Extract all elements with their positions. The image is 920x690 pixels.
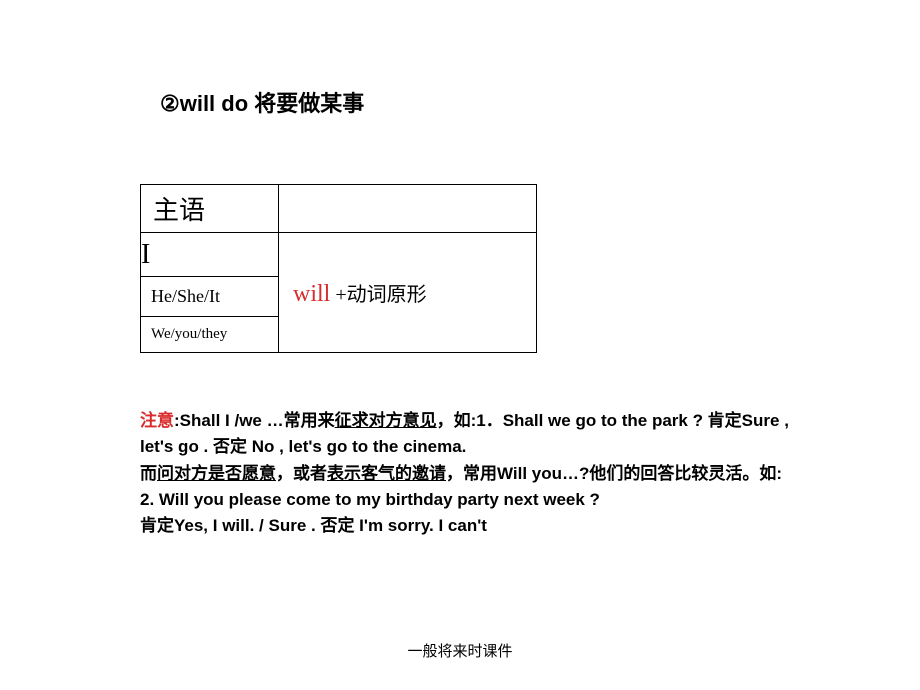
slide: ②will do 将要做某事 主语 I will +动词原形 He/She/It… xyxy=(0,0,920,690)
formula-rest: +动词原形 xyxy=(330,284,426,306)
note-label: 注意 xyxy=(140,411,174,430)
note-p4: 肯定Yes, I will. / Sure . 否定 I'm sorry. I … xyxy=(140,516,487,535)
note-p2b: 问对方是否愿意 xyxy=(157,464,276,483)
subject-hesheit-cell: He/She/It xyxy=(141,277,279,317)
note-p2c: ，或者 xyxy=(276,464,327,483)
note-p2e: ，常用Will you…?他们的回答比较灵活。如: xyxy=(446,464,782,483)
note-p2d: 表示客气的邀请 xyxy=(327,464,446,483)
formula-header-cell xyxy=(279,185,537,233)
subject-header-cell: 主语 xyxy=(141,185,279,233)
note-p1b: 征求对方意见 xyxy=(335,411,437,430)
note-p2a: 而 xyxy=(140,464,157,483)
section-heading: ②will do 将要做某事 xyxy=(160,86,364,118)
note-block: 注意:Shall I /we …常用来征求对方意见，如:1．Shall we g… xyxy=(140,408,800,540)
formula-cell: will +动词原形 xyxy=(279,233,537,353)
slide-footer: 一般将来时课件 xyxy=(0,640,920,661)
grammar-table: 主语 I will +动词原形 He/She/It We/you/they xyxy=(140,184,537,353)
subject-weyouthey-cell: We/you/they xyxy=(141,317,279,353)
subject-i-cell: I xyxy=(141,233,279,277)
will-keyword: will xyxy=(293,281,330,307)
note-p3: 2. Will you please come to my birthday p… xyxy=(140,490,600,509)
note-p1a: Shall I /we …常用来 xyxy=(180,411,335,430)
